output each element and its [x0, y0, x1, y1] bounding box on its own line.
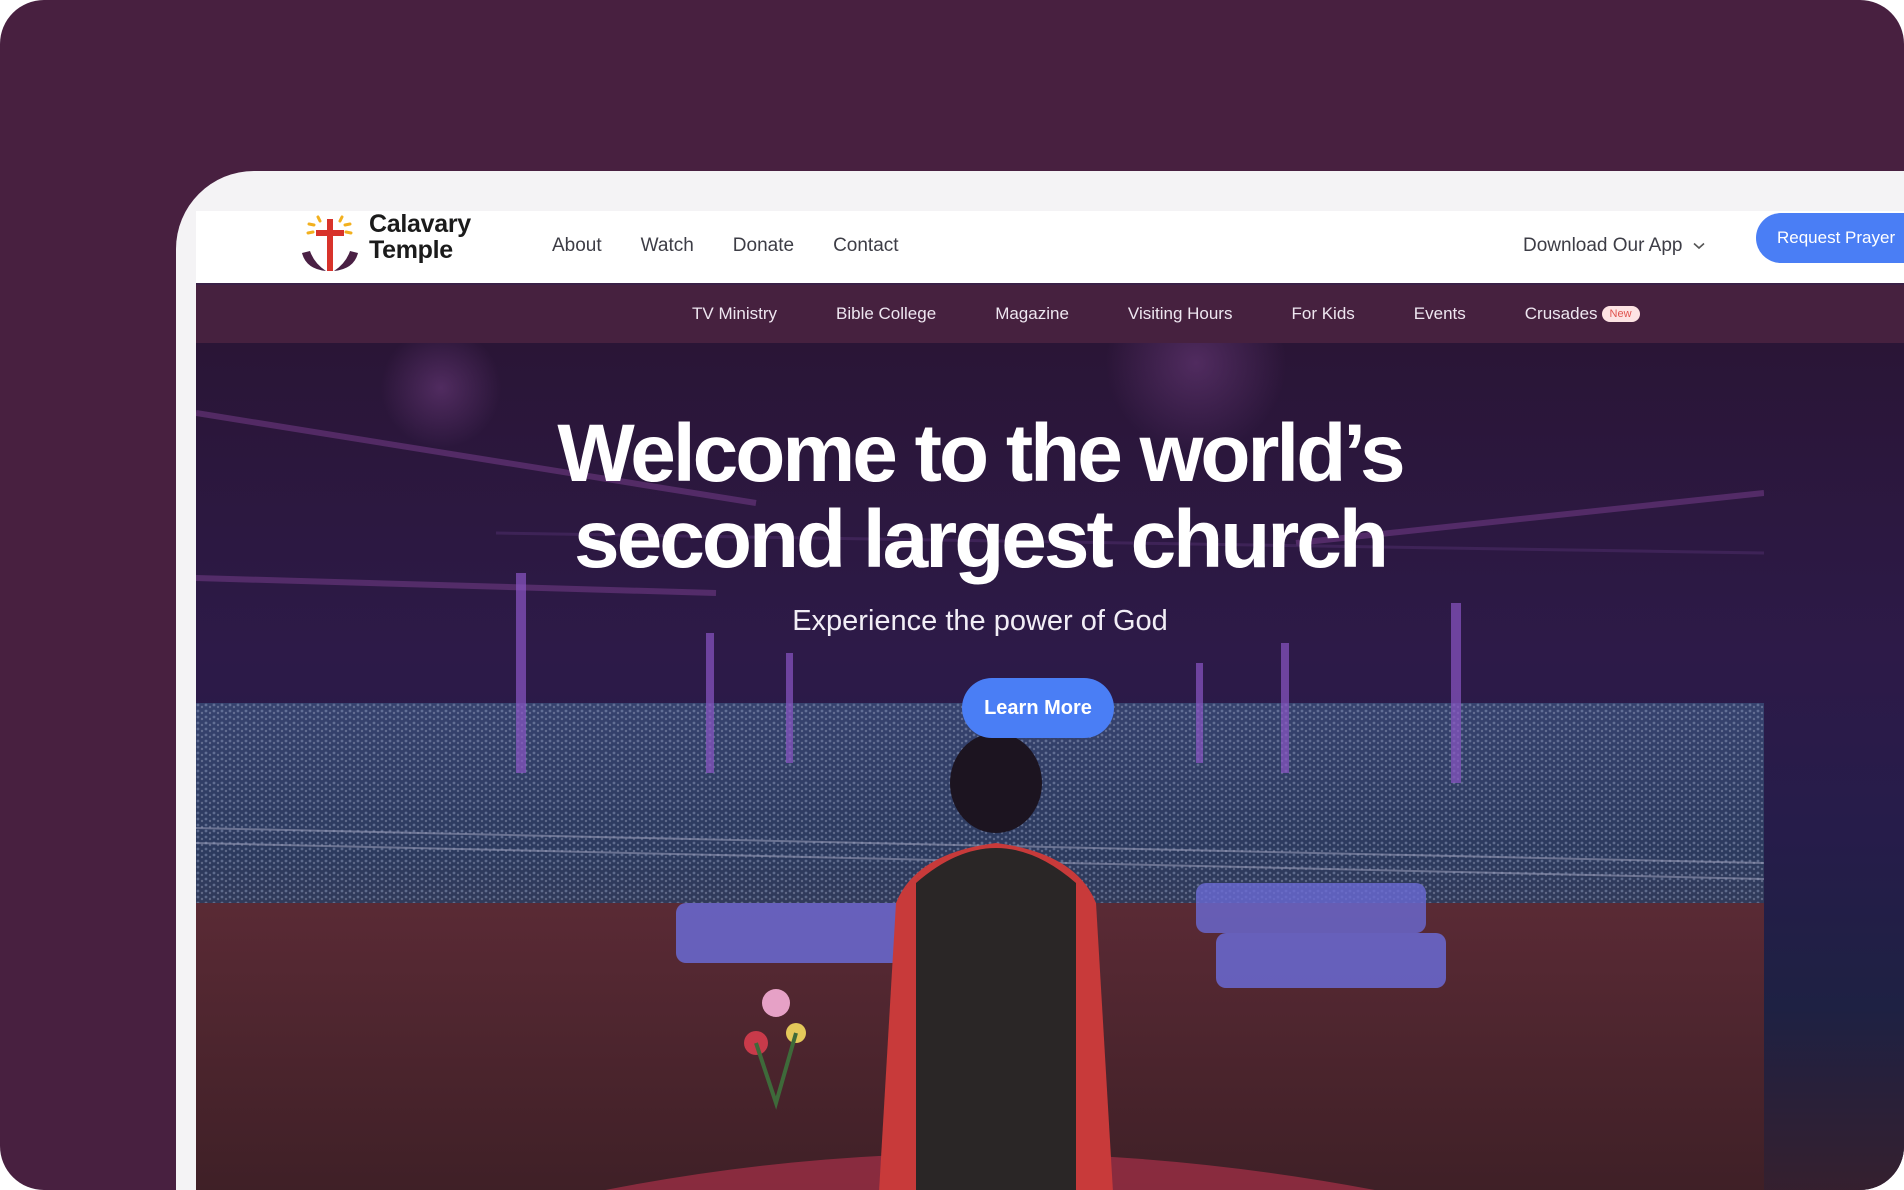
nav-about-link[interactable]: About	[552, 235, 602, 257]
new-badge: New	[1601, 306, 1640, 322]
subnav-visiting-hours[interactable]: Visiting Hours	[1128, 304, 1233, 324]
request-prayer-button[interactable]: Request Prayer	[1756, 213, 1904, 263]
site-name-line1: Calavary	[369, 211, 471, 238]
hero-title-line1: Welcome to the world’s	[557, 408, 1405, 499]
subnav-crusades-item[interactable]: Crusades New	[1525, 304, 1640, 324]
hero-section: Welcome to the world’s second largest ch…	[196, 343, 1904, 1190]
top-navigation-bar: Calavary Temple About Watch Donate Conta…	[196, 211, 1904, 285]
site-logo[interactable]: Calavary Temple	[300, 211, 480, 277]
nav-contact-link[interactable]: Contact	[833, 235, 898, 257]
site-name-line2: Temple	[369, 236, 453, 264]
site-name: Calavary Temple	[369, 211, 471, 263]
hero-title: Welcome to the world’s second largest ch…	[196, 411, 1764, 583]
device-frame: Calavary Temple About Watch Donate Conta…	[176, 171, 1904, 1190]
subnav-crusades: Crusades	[1524, 304, 1598, 323]
chevron-down-icon	[1692, 242, 1705, 250]
secondary-nav-links: TV Ministry Bible College Magazine Visit…	[692, 285, 1640, 343]
showcase-background: Calavary Temple About Watch Donate Conta…	[0, 0, 1904, 1190]
subnav-magazine[interactable]: Magazine	[995, 304, 1069, 324]
cross-hands-icon	[302, 215, 358, 271]
nav-donate-link[interactable]: Donate	[733, 235, 794, 257]
subnav-tv-ministry[interactable]: TV Ministry	[692, 304, 777, 324]
subnav-for-kids[interactable]: For Kids	[1291, 304, 1354, 324]
main-nav-links: About Watch Donate Contact	[552, 235, 899, 257]
secondary-navigation-bar: TV Ministry Bible College Magazine Visit…	[196, 285, 1904, 343]
hero-subtitle: Experience the power of God	[792, 605, 1168, 637]
website-screen: Calavary Temple About Watch Donate Conta…	[196, 211, 1904, 1190]
download-app-dropdown[interactable]: Download Our App	[1523, 235, 1705, 257]
subnav-bible-college[interactable]: Bible College	[836, 304, 936, 324]
subnav-events[interactable]: Events	[1414, 304, 1466, 324]
nav-watch-link[interactable]: Watch	[641, 235, 694, 257]
hero-title-line2: second largest church	[574, 494, 1389, 585]
learn-more-button[interactable]: Learn More	[962, 678, 1114, 738]
download-app-label: Download Our App	[1523, 235, 1683, 256]
